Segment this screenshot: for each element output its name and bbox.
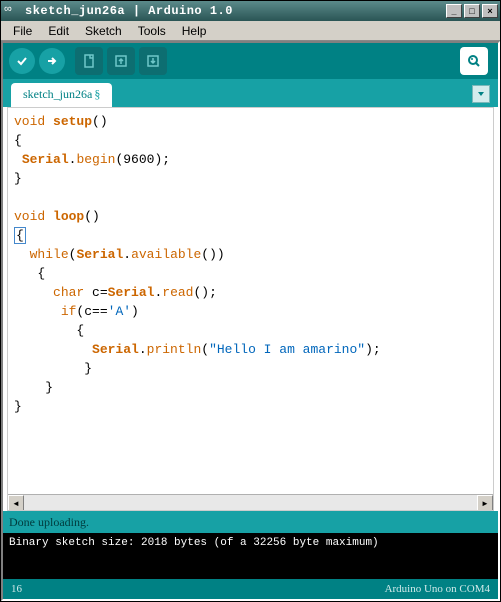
menu-help[interactable]: Help	[174, 22, 215, 40]
status-bar: Done uploading.	[3, 511, 498, 533]
horizontal-scrollbar[interactable]: ◄ ►	[8, 494, 493, 510]
titlebar: ∞ sketch_jun26a | Arduino 1.0 _ □ ×	[1, 1, 500, 21]
maximize-button[interactable]: □	[464, 4, 480, 18]
minimize-button[interactable]: _	[446, 4, 462, 18]
upload-button[interactable]	[39, 48, 65, 74]
scroll-left-button[interactable]: ◄	[8, 495, 24, 511]
scroll-right-button[interactable]: ►	[477, 495, 493, 511]
arrow-down-icon	[146, 54, 160, 68]
check-icon	[15, 54, 29, 68]
footer-bar: 16 Arduino Uno on COM4	[3, 579, 498, 599]
menu-sketch[interactable]: Sketch	[77, 22, 130, 40]
open-button[interactable]	[107, 47, 135, 75]
app-icon: ∞	[4, 3, 20, 19]
arduino-ide-window: ∞ sketch_jun26a | Arduino 1.0 _ □ × File…	[0, 0, 501, 602]
toolbar	[3, 43, 498, 79]
menu-edit[interactable]: Edit	[40, 22, 77, 40]
magnifier-icon	[466, 53, 482, 69]
tab-sketch[interactable]: sketch_jun26a§	[11, 83, 112, 107]
menubar: File Edit Sketch Tools Help	[1, 21, 500, 41]
scroll-track[interactable]	[24, 495, 477, 510]
arrow-right-icon	[45, 54, 59, 68]
line-number: 16	[11, 583, 22, 595]
code-editor[interactable]: void setup() { Serial.begin(9600); } voi…	[8, 108, 493, 494]
board-port-label: Arduino Uno on COM4	[385, 583, 490, 595]
status-text: Done uploading.	[9, 515, 89, 530]
menu-tools[interactable]: Tools	[130, 22, 174, 40]
close-button[interactable]: ×	[482, 4, 498, 18]
tab-menu-button[interactable]	[472, 85, 490, 103]
menu-file[interactable]: File	[5, 22, 40, 40]
file-icon	[82, 53, 96, 69]
save-button[interactable]	[139, 47, 167, 75]
console-output: Binary sketch size: 2018 bytes (of a 322…	[3, 533, 498, 579]
tab-bar: sketch_jun26a§	[3, 79, 498, 107]
editor-container: void setup() { Serial.begin(9600); } voi…	[7, 107, 494, 511]
chevron-down-icon	[477, 90, 485, 98]
serial-monitor-button[interactable]	[460, 47, 488, 75]
cursor-highlight: {	[14, 227, 26, 244]
verify-button[interactable]	[9, 48, 35, 74]
window-title: sketch_jun26a | Arduino 1.0	[23, 4, 444, 18]
tab-label: sketch_jun26a	[23, 87, 92, 101]
arrow-up-icon	[114, 54, 128, 68]
new-button[interactable]	[75, 47, 103, 75]
console-line: Binary sketch size: 2018 bytes (of a 322…	[9, 537, 492, 549]
tab-modified-indicator: §	[94, 87, 100, 101]
content-area: sketch_jun26a§ void setup() { Serial.beg…	[1, 41, 500, 601]
